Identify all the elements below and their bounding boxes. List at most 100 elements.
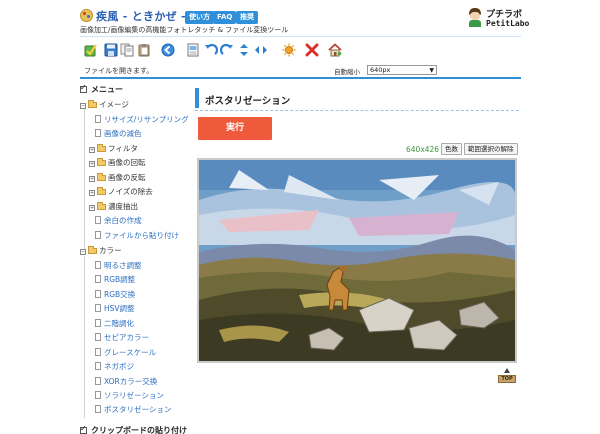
zoom-select[interactable]: 640px ▼ [367,65,437,75]
menu-item-sepia[interactable]: セピアカラー [95,332,149,343]
menu-item-label: 濃度抽出 [108,202,138,211]
clear-selection-button[interactable]: 範囲選択の解除 [464,143,518,155]
folder-icon [97,202,106,210]
page-icon [95,261,101,269]
group-label: カラー [99,246,122,255]
nav-recommend-button[interactable]: 推奨 [236,11,258,24]
page-icon [95,405,101,413]
menu-item-grayscale[interactable]: グレースケール [95,347,156,358]
page-icon [95,275,101,283]
menu-item-posterize[interactable]: ポスタリゼーション [95,404,171,415]
menu-folder-denoise[interactable]: + ノイズの除去 [89,186,153,197]
page-icon [95,333,101,341]
expand-icon[interactable]: + [89,176,95,182]
copy-icon[interactable] [120,43,134,57]
back-to-top-button[interactable]: TOP [498,368,516,384]
palette-icon [80,9,93,22]
page-title: ポスタリゼーション [205,96,291,107]
menu-item-label: ノイズの除去 [108,187,153,196]
page-icon [95,362,101,370]
menu-item-hsv-adjust[interactable]: HSV調整 [95,303,135,314]
menu-item-label: XORカラー交換 [104,377,158,386]
menu-item-label: フィルタ [108,144,138,153]
folder-icon [97,187,106,195]
menu-toggle[interactable]: メニュー [80,83,123,95]
brand-logo[interactable]: プチラボ PetitLabo [468,6,538,32]
collapse-icon[interactable]: − [80,249,86,255]
color-count-button[interactable]: 色数 [441,143,462,155]
page-icon [95,129,101,137]
menu-item-xor-color[interactable]: XORカラー交換 [95,376,157,387]
page-icon [95,377,101,385]
expand-icon[interactable]: + [89,190,95,196]
zoom-select-value: 640px [370,66,391,74]
page-icon [95,319,101,327]
menu-item-label: 画像の回転 [108,158,146,167]
check-icon[interactable] [84,43,98,57]
clipboard-toggle[interactable]: クリップボードの貼り付け [80,424,187,434]
checkbox-icon[interactable] [80,83,87,93]
section-divider [195,110,519,111]
sun-icon[interactable] [282,43,296,57]
status-divider [80,77,521,79]
tree-group-color[interactable]: − カラー [80,245,122,256]
flip-horizontal-icon[interactable] [254,43,268,57]
menu-item-label: 画像の反転 [108,173,146,182]
delete-icon[interactable] [305,43,319,57]
top-label: TOP [498,375,516,383]
back-icon[interactable] [161,43,175,57]
menu-item-label: ファイルから貼り付け [104,231,179,240]
menu-folder-filter[interactable]: + フィルタ [89,143,138,154]
home-icon[interactable] [328,43,342,57]
page-icon [95,290,101,298]
tree-group-image[interactable]: − イメージ [80,99,129,110]
page-icon [95,216,101,224]
menu-item-reduce-colors[interactable]: 画像の減色 [95,128,142,139]
sidebar-menu: メニュー − イメージ リサイズ/リサンプリング 画像の減色 + フィルタ + 画像の… [80,83,192,434]
folder-open-icon [88,100,97,108]
menu-item-paste-file[interactable]: ファイルから貼り付け [95,230,179,241]
folder-icon [97,173,106,181]
nav-faq-button[interactable]: FAQ [213,11,237,24]
image-preview[interactable] [197,158,517,363]
undo-icon[interactable] [204,43,218,57]
menu-item-binarize[interactable]: 二階調化 [95,318,134,329]
menu-item-rgb-swap[interactable]: RGB交換 [95,289,135,300]
nav-usage-button[interactable]: 使い方 [185,11,214,24]
group-label: イメージ [99,100,129,109]
menu-item-negative[interactable]: ネガポジ [95,361,134,372]
section-header: ポスタリゼーション [195,88,519,108]
tree-guide [84,104,85,250]
expand-icon[interactable]: + [89,147,95,153]
menu-item-label: ネガポジ [104,362,134,371]
site-title[interactable]: 疾風 - ときかぜ - [96,8,186,24]
menu-folder-flip[interactable]: + 画像の反転 [89,172,146,183]
flip-vertical-icon[interactable] [237,43,251,57]
menu-item-rgb-adjust[interactable]: RGB調整 [95,274,135,285]
posterized-landscape-image[interactable] [199,160,515,361]
file-icon[interactable] [186,43,200,57]
save-icon[interactable] [104,43,118,57]
run-button[interactable]: 実行 [198,117,272,140]
menu-item-margin[interactable]: 余白の作成 [95,215,142,226]
checkbox-icon[interactable] [80,424,87,434]
menu-item-solarize[interactable]: ソラリゼーション [95,390,164,401]
menu-item-label: セピアカラー [104,333,149,342]
page-icon [95,304,101,312]
menu-item-label: 余白の作成 [104,216,142,225]
menu-folder-density[interactable]: + 濃度抽出 [89,201,138,212]
header: 疾風 - ときかぜ - 画像加工/画像編集の高機能フォトレタッチ & ファイル変… [0,0,600,38]
arrow-up-icon [504,368,510,373]
menu-folder-rotate[interactable]: + 画像の回転 [89,157,146,168]
page-icon [95,231,101,239]
expand-icon[interactable]: + [89,205,95,211]
collapse-icon[interactable]: − [80,103,86,109]
menu-item-resize[interactable]: リサイズ/リサンプリング [95,114,189,125]
chevron-down-icon: ▼ [429,67,434,74]
expand-icon[interactable]: + [89,161,95,167]
paste-icon[interactable] [137,43,151,57]
redo-icon[interactable] [220,43,234,57]
folder-open-icon [88,246,97,254]
menu-item-brightness[interactable]: 明るさ調整 [95,260,142,271]
status-message: ファイルを開きます。 [84,67,154,75]
